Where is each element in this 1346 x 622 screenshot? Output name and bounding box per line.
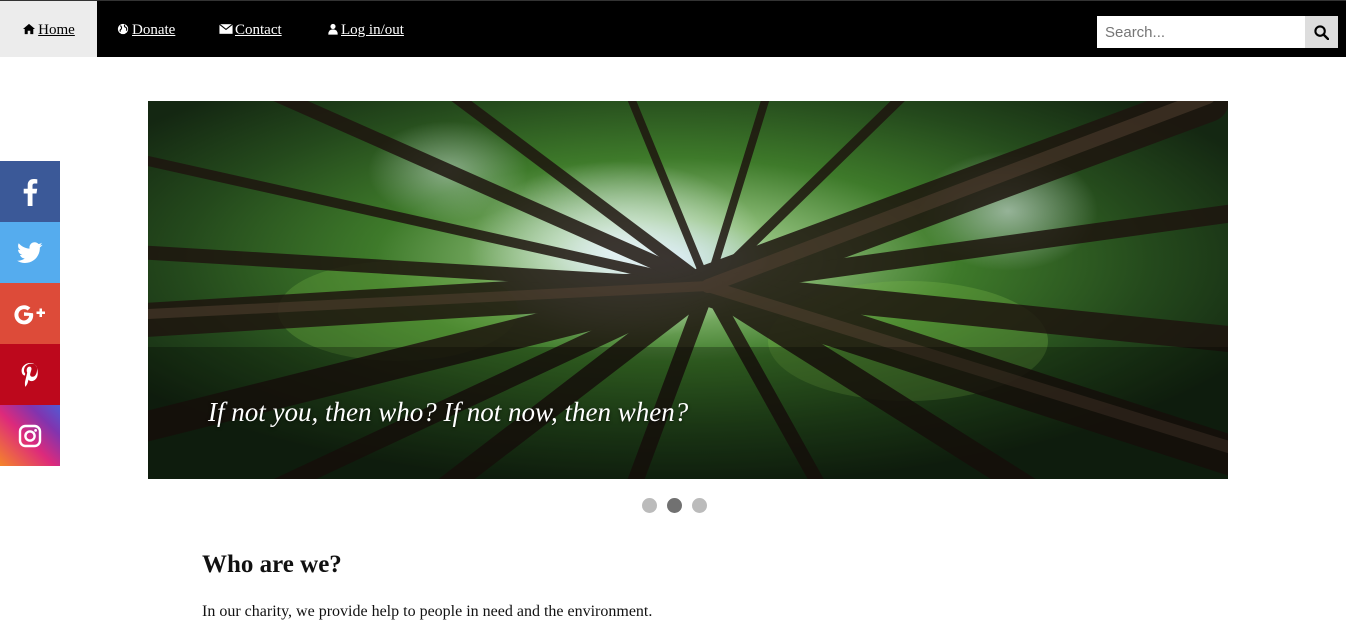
slide-dot-1[interactable] (642, 498, 657, 513)
nav-donate-link[interactable]: Donate (116, 1, 175, 57)
slide-dot-3[interactable] (692, 498, 707, 513)
nav-home-link[interactable]: Home (0, 1, 97, 57)
globe-icon (117, 23, 129, 35)
home-icon (23, 23, 36, 35)
slide-dot-2[interactable] (667, 498, 682, 513)
facebook-icon (23, 178, 38, 206)
instagram-link[interactable] (0, 405, 60, 466)
twitter-link[interactable] (0, 222, 60, 283)
nav-contact-label: Contact (235, 22, 282, 38)
nav-login-link[interactable]: Log in/out (327, 1, 404, 57)
slide-caption: If not you, then who? If not now, then w… (148, 347, 1228, 479)
nav-login-label: Log in/out (341, 22, 404, 38)
search-input[interactable] (1097, 16, 1305, 48)
nav-donate-label: Donate (132, 22, 176, 38)
top-navbar: Home Donate Contact Log in/out (0, 0, 1346, 57)
nav-contact-link[interactable]: Contact (219, 1, 282, 57)
search-button[interactable] (1305, 16, 1338, 48)
section-heading: Who are we? (202, 551, 342, 578)
instagram-icon (18, 424, 42, 447)
slide-caption-text: If not you, then who? If not now, then w… (208, 397, 689, 427)
nav-home-label: Home (38, 22, 75, 38)
google-plus-icon (14, 304, 45, 324)
google-plus-link[interactable] (0, 283, 60, 344)
twitter-icon (17, 241, 43, 263)
user-icon (328, 23, 338, 35)
search-icon (1314, 24, 1329, 40)
social-sidebar (0, 161, 60, 466)
envelope-icon (219, 23, 233, 34)
pinterest-link[interactable] (0, 344, 60, 405)
intro-paragraph: In our charity, we provide help to peopl… (202, 603, 653, 620)
facebook-link[interactable] (0, 161, 60, 222)
slideshow: If not you, then who? If not now, then w… (148, 101, 1228, 479)
pinterest-icon (21, 362, 38, 387)
